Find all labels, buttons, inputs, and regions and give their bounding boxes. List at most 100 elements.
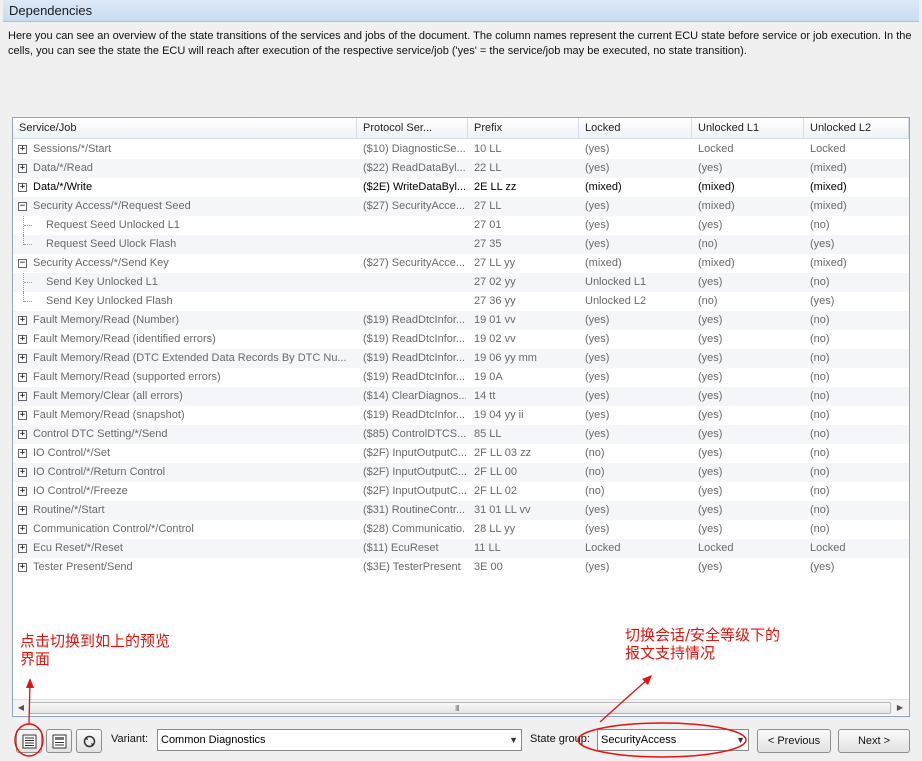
cell-prefix: 19 0A	[474, 371, 503, 383]
expand-icon[interactable]: +	[18, 335, 27, 344]
table-row[interactable]: + IO Control/*/Freeze ($2F) InputOutputC..…	[13, 482, 909, 501]
table-row[interactable]: + Data/*/Read ($22) ReadDataByl... 22 LL (ye…	[13, 159, 909, 178]
scroll-thumb[interactable]: III	[29, 702, 891, 714]
cell-prefix: 19 01 vv	[474, 314, 516, 326]
next-button[interactable]: Next >	[838, 729, 910, 753]
cell-l2: (no)	[810, 371, 830, 383]
table-row[interactable]: Send Key Unlocked L1 27 02 yy Unlocked L1 (…	[13, 273, 909, 292]
expand-icon[interactable]: +	[18, 430, 27, 439]
cell-prefix: 27 01	[474, 219, 502, 231]
cell-locked: (yes)	[585, 162, 610, 174]
table-row[interactable]: + Sessions/*/Start ($10) DiagnosticSe... 10…	[13, 140, 909, 159]
expand-icon[interactable]: +	[18, 449, 27, 458]
cell-service-job: Send Key Unlocked L1	[46, 276, 158, 288]
scroll-right-icon[interactable]: ▶	[893, 702, 907, 714]
cell-l2: (mixed)	[810, 257, 847, 269]
cell-l1: (mixed)	[698, 257, 735, 269]
cell-locked: Locked	[585, 542, 621, 554]
cell-prefix: 2F LL 00	[474, 466, 518, 478]
cell-l2: (yes)	[810, 295, 835, 307]
scroll-left-icon[interactable]: ◀	[14, 702, 28, 714]
table-row[interactable]: + IO Control/*/Return Control ($2F) InputO…	[13, 463, 909, 482]
panel-title: Dependencies	[3, 0, 919, 22]
cell-l1: (yes)	[698, 485, 723, 497]
cell-locked: (yes)	[585, 238, 610, 250]
cell-locked: (yes)	[585, 219, 610, 231]
table-row[interactable]: + Control DTC Setting/*/Send ($85) Control…	[13, 425, 909, 444]
table-row[interactable]: + Routine/*/Start ($31) RoutineContr... 31 …	[13, 501, 909, 520]
tree-connector	[24, 225, 32, 226]
expand-icon[interactable]: +	[18, 563, 27, 572]
form-view-button[interactable]	[46, 729, 72, 753]
collapse-icon[interactable]: −	[18, 202, 27, 211]
table-row[interactable]: + Fault Memory/Read (DTC Extended Data Re…	[13, 349, 909, 368]
cell-l1: (yes)	[698, 276, 723, 288]
expand-icon[interactable]: +	[18, 487, 27, 496]
table-row[interactable]: + Ecu Reset/*/Reset ($11) EcuReset 11 LL Loc…	[13, 539, 909, 558]
scroll-grip: III	[455, 704, 460, 713]
expand-icon[interactable]: +	[18, 354, 27, 363]
table-row[interactable]: + Fault Memory/Read (Number) ($19) ReadDtc…	[13, 311, 909, 330]
variant-select[interactable]: Common Diagnostics ▼	[157, 729, 522, 751]
cell-locked: (yes)	[585, 409, 610, 421]
previous-button[interactable]: < Previous	[757, 729, 831, 753]
table-row[interactable]: + Fault Memory/Clear (all errors) ($14) Cl…	[13, 387, 909, 406]
column-header[interactable]: Protocol Ser...	[357, 118, 468, 139]
expand-icon[interactable]: +	[18, 145, 27, 154]
cell-protocol: ($19) ReadDtcInfor...	[363, 314, 466, 326]
form-view-icon	[52, 734, 67, 749]
table-row[interactable]: Request Seed Ulock Flash 27 35 (yes) (no) (y…	[13, 235, 909, 254]
cell-l2: (no)	[810, 466, 830, 478]
table-row[interactable]: + Fault Memory/Read (supported errors) ($1…	[13, 368, 909, 387]
cell-protocol: ($3E) TesterPresent	[363, 561, 461, 573]
expand-icon[interactable]: +	[18, 373, 27, 382]
expand-icon[interactable]: +	[18, 544, 27, 553]
table-view-button[interactable]	[16, 729, 42, 753]
cell-protocol	[359, 273, 466, 292]
expand-icon[interactable]: +	[18, 164, 27, 173]
column-header[interactable]: Prefix	[468, 118, 579, 139]
cell-l1: (no)	[698, 238, 718, 250]
cell-protocol: ($19) ReadDtcInfor...	[363, 371, 466, 383]
cell-service-job: Ecu Reset/*/Reset	[33, 542, 123, 554]
table-row[interactable]: Request Seed Unlocked L1 27 01 (yes) (yes) (…	[13, 216, 909, 235]
cell-service-job: Fault Memory/Read (supported errors)	[33, 371, 221, 383]
expand-icon[interactable]: +	[18, 316, 27, 325]
expand-icon[interactable]: +	[18, 506, 27, 515]
expand-icon[interactable]: +	[18, 525, 27, 534]
expand-icon[interactable]: +	[18, 468, 27, 477]
cell-l2: (no)	[810, 447, 830, 459]
expand-icon[interactable]: +	[18, 411, 27, 420]
cell-service-job: IO Control/*/Freeze	[33, 485, 128, 497]
table-row[interactable]: + Tester Present/Send ($3E) TesterPresent 3…	[13, 558, 909, 577]
table-row[interactable]: + Communication Control/*/Control ($28) Co…	[13, 520, 909, 539]
collapse-icon[interactable]: −	[18, 259, 27, 268]
table-row[interactable]: − Security Access/*/Request Seed ($27) Sec…	[13, 197, 909, 216]
cell-l2: (mixed)	[810, 181, 847, 193]
cell-l1: (mixed)	[698, 200, 735, 212]
bottom-toolbar: Variant: Common Diagnostics ▼ State grou…	[0, 722, 922, 761]
graph-view-icon	[83, 735, 96, 748]
table-row[interactable]: + IO Control/*/Set ($2F) InputOutputC... 2F…	[13, 444, 909, 463]
table-row[interactable]: Send Key Unlocked Flash 27 36 yy Unlocked …	[13, 292, 909, 311]
table-row[interactable]: + Fault Memory/Read (snapshot) ($19) ReadD…	[13, 406, 909, 425]
cell-prefix: 27 35	[474, 238, 502, 250]
variant-label: Variant:	[111, 733, 149, 745]
table-row[interactable]: − Security Access/*/Send Key ($27) Securit…	[13, 254, 909, 273]
graph-view-button[interactable]	[76, 729, 102, 753]
column-header[interactable]: Unlocked L2	[804, 118, 909, 139]
expand-icon[interactable]: +	[18, 183, 27, 192]
cell-l2: Locked	[810, 542, 846, 554]
cell-locked: (yes)	[585, 428, 610, 440]
cell-l2: (mixed)	[810, 200, 847, 212]
cell-service-job: Tester Present/Send	[33, 561, 133, 573]
column-header[interactable]: Locked	[579, 118, 692, 139]
horizontal-scrollbar[interactable]: ◀ III ▶	[13, 699, 909, 715]
table-row[interactable]: + Data/*/Write ($2E) WriteDataByl... 2E LL …	[13, 178, 909, 197]
state-group-select[interactable]: SecurityAccess ▼	[597, 729, 749, 751]
column-header[interactable]: Unlocked L1	[692, 118, 804, 139]
table-row[interactable]: + Fault Memory/Read (identified errors) ($…	[13, 330, 909, 349]
cell-l2: (no)	[810, 390, 830, 402]
expand-icon[interactable]: +	[18, 392, 27, 401]
column-header[interactable]: Service/Job	[13, 118, 357, 139]
